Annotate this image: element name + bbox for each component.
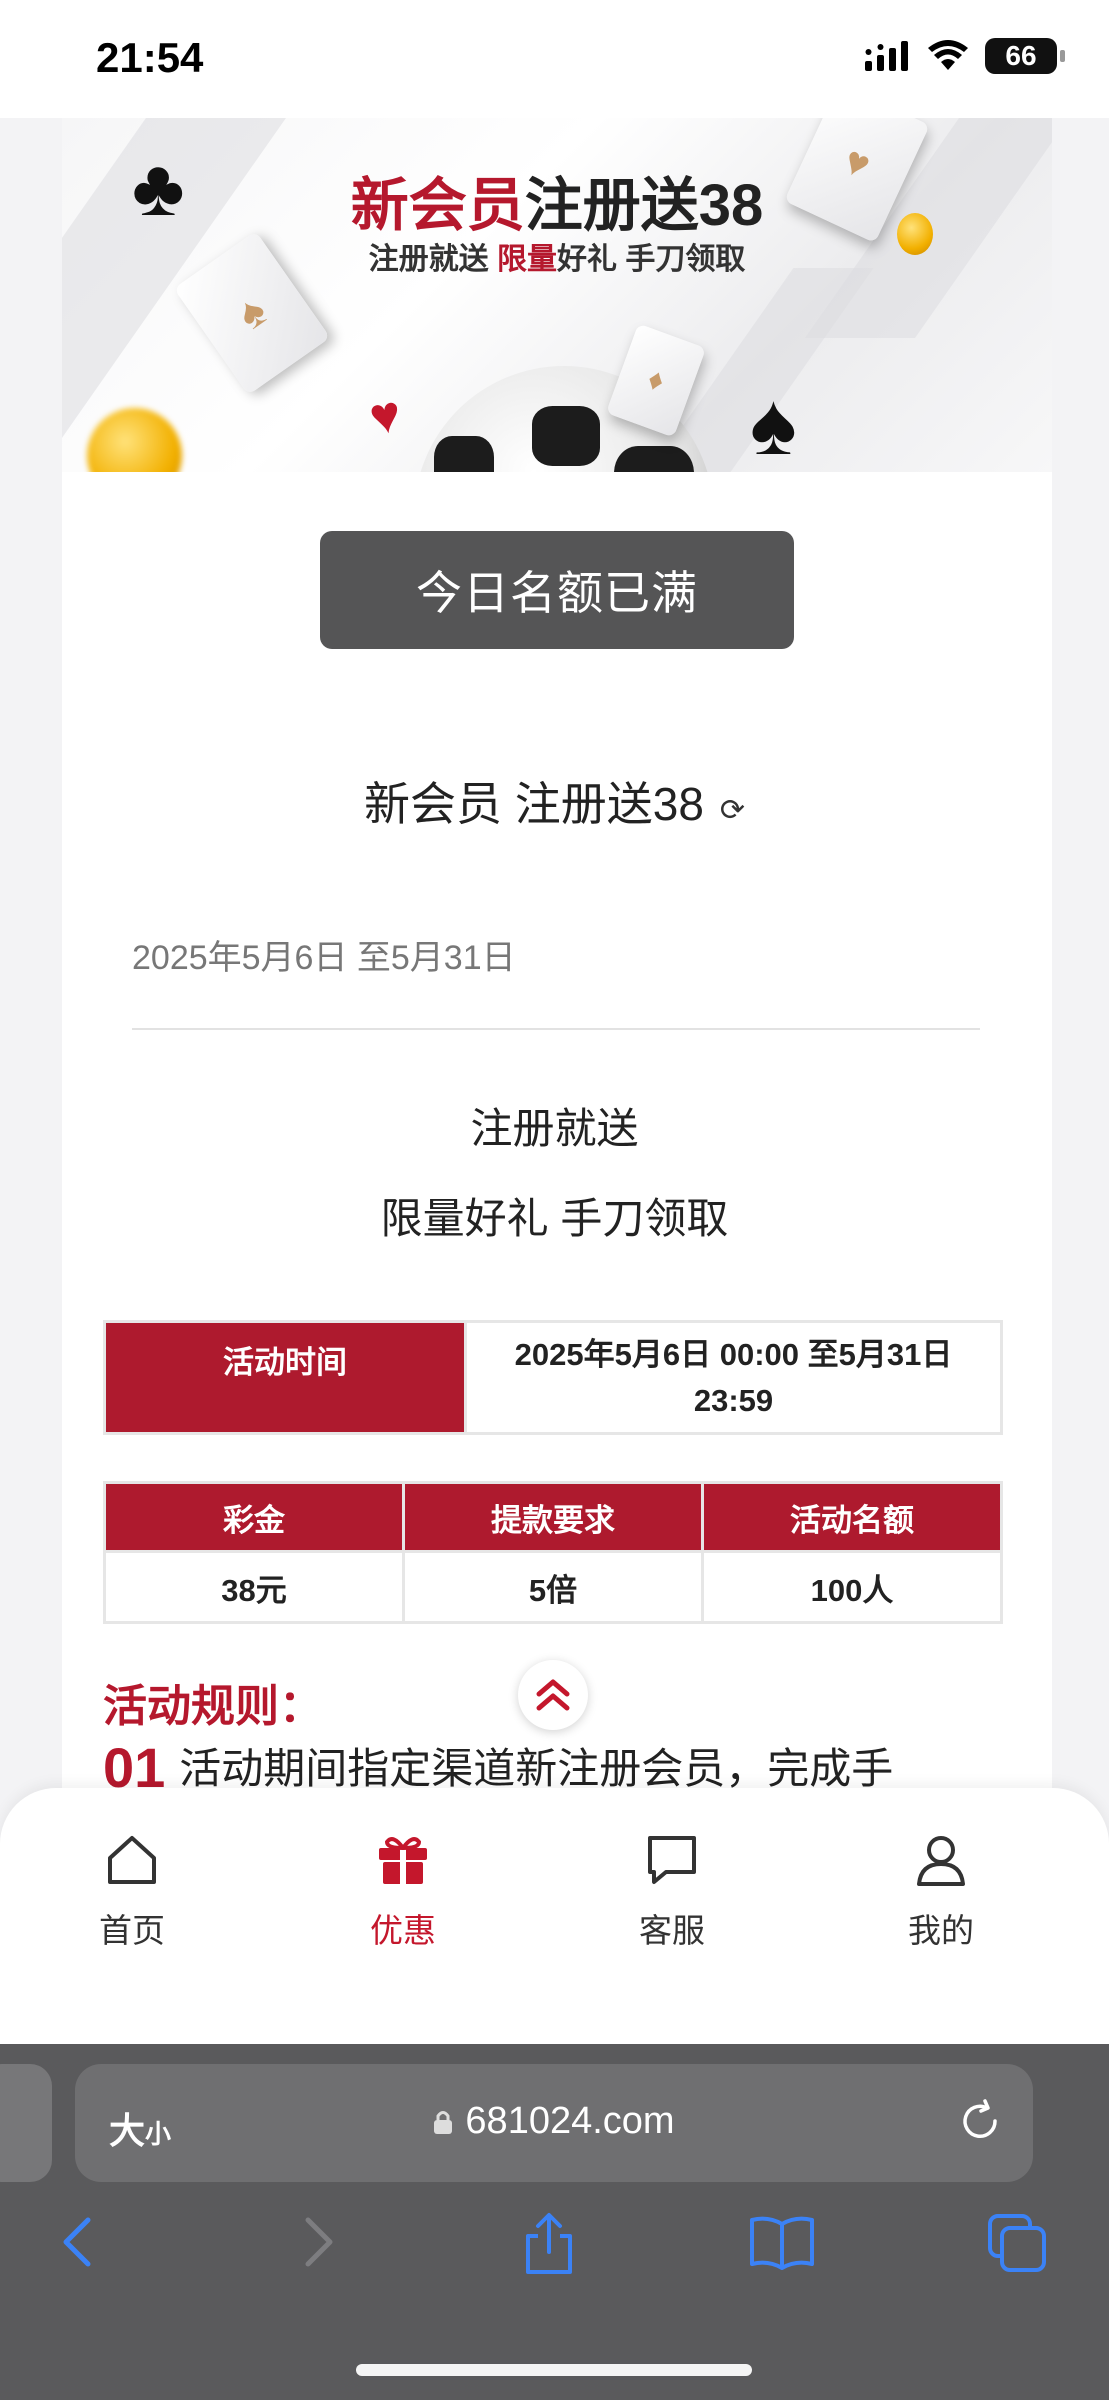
home-indicator [356, 2364, 752, 2376]
browser-toolbar: 大小 681024.com [0, 2044, 1109, 2400]
chat-icon [648, 1836, 696, 1884]
spade-suit-icon: ♠ [750, 374, 797, 472]
promo-banner: ♣ ♠ ♥ ♥ ♦ ♠ 新会员注册送38 注册就送 限量好礼 手刀领取 [62, 118, 1052, 472]
activity-time-label: 活动时间 [103, 1320, 467, 1435]
previous-tab-preview[interactable] [0, 2064, 52, 2182]
address-bar[interactable]: 大小 681024.com [75, 2064, 1033, 2182]
gift-icon [379, 1837, 427, 1884]
banner-title: 新会员注册送38 [62, 158, 1052, 242]
bonus-value: 38元 [103, 1550, 405, 1624]
banner-sub-text: 好礼 手刀领取 [557, 243, 746, 276]
lock-icon [434, 2111, 453, 2134]
tab-label: 客服 [639, 1912, 705, 1949]
divider [132, 1028, 980, 1030]
back-icon[interactable] [58, 2212, 98, 2272]
bonus-table: 彩金 提款要求 活动名额 38元 5倍 100人 [103, 1481, 1003, 1624]
scroll-to-top-button[interactable] [518, 1660, 588, 1730]
activity-time-table: 活动时间 2025年5月6日 00:00 至5月31日 23:59 [103, 1320, 1003, 1435]
banner-subtitle: 注册就送 限量好礼 手刀领取 [62, 234, 1052, 278]
tab-label: 首页 [99, 1912, 165, 1949]
promo-title-text: 新会员 注册送38 [363, 778, 704, 830]
share-icon[interactable] [520, 2212, 578, 2276]
status-icons: 66 [865, 38, 1065, 74]
tab-promotions[interactable]: 优惠 [323, 1832, 483, 1952]
promo-description-line1: 注册就送 [470, 1105, 639, 1152]
activity-time-value: 2025年5月6日 00:00 至5月31日 23:59 [464, 1320, 1003, 1435]
banner-title-highlight: 新会员 [350, 173, 525, 238]
bonus-header: 彩金 [103, 1481, 405, 1553]
promo-date-range: 2025年5月6日 至5月31日 [132, 939, 516, 977]
quota-value: 100人 [701, 1550, 1003, 1624]
promo-title: 新会员 注册送38 ⟳ [0, 768, 1109, 834]
url-text: 681024.com [465, 2100, 675, 2142]
tabs-icon[interactable] [986, 2212, 1048, 2274]
heart-suit-icon: ♥ [365, 384, 406, 448]
refresh-icon[interactable]: ⟳ [720, 794, 745, 827]
withdraw-header: 提款要求 [402, 1481, 704, 1553]
battery-icon: 66 [985, 38, 1065, 74]
rule-number: 01 [103, 1736, 166, 1795]
quota-header: 活动名额 [701, 1481, 1003, 1553]
bookmarks-icon[interactable] [748, 2212, 816, 2272]
gold-coin-icon [87, 408, 182, 472]
rules-title: 活动规则： [103, 1682, 323, 1731]
tab-profile[interactable]: 我的 [861, 1832, 1021, 1952]
forward-icon[interactable] [298, 2212, 338, 2272]
reload-icon[interactable] [957, 2098, 1003, 2144]
url-display[interactable]: 681024.com [75, 2100, 1033, 2143]
status-time: 21:54 [96, 34, 204, 81]
home-icon [108, 1836, 156, 1884]
quota-full-button[interactable]: 今日名额已满 [320, 531, 794, 649]
bottom-tab-bar: 首页 优惠 客服 我的 [0, 1788, 1109, 2044]
banner-sub-highlight: 限量 [497, 243, 557, 276]
rule-text: 活动期间指定渠道新注册会员，完成手 [179, 1745, 894, 1792]
activity-time-value-line1: 2025年5月6日 00:00 至5月31日 [514, 1336, 953, 1372]
cellular-signal-icon [865, 41, 908, 71]
promo-description-line2: 限量好礼 手刀领取 [380, 1195, 729, 1242]
tab-customer-service[interactable]: 客服 [592, 1832, 752, 1952]
status-bar: 21:54 66 [0, 0, 1109, 118]
banner-title-text: 注册送38 [524, 173, 764, 238]
tab-home[interactable]: 首页 [52, 1832, 212, 1952]
banner-sub-text: 注册就送 [368, 243, 497, 276]
double-chevron-up-icon [536, 1679, 570, 1711]
rule-item: 01 活动期间指定渠道新注册会员，完成手 [103, 1735, 1003, 1795]
user-icon [917, 1836, 965, 1886]
withdraw-value: 5倍 [402, 1550, 704, 1624]
activity-time-value-line2: 23:59 [693, 1382, 774, 1418]
tab-label: 优惠 [370, 1912, 436, 1949]
battery-level: 66 [1005, 40, 1037, 71]
tab-label: 我的 [908, 1912, 974, 1949]
wifi-icon [928, 40, 968, 70]
